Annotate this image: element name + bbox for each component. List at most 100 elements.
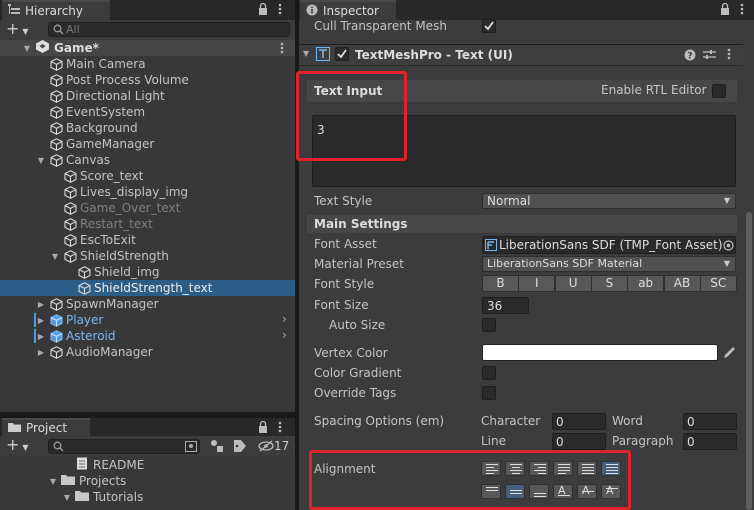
color-gradient-checkbox[interactable] [482, 366, 496, 380]
rtl-checkbox[interactable] [712, 84, 726, 98]
scene-menu-icon[interactable] [280, 42, 284, 57]
search-scope-icon[interactable] [185, 441, 197, 455]
hierarchy-item[interactable]: Background [36, 120, 138, 136]
lock-icon[interactable] [258, 2, 268, 18]
font-style-button[interactable]: B [482, 275, 519, 292]
project-item[interactable]: ▼ Projects [48, 473, 126, 489]
font-size-field[interactable]: 36 [482, 297, 529, 314]
prefab-open-chevron-icon[interactable]: › [282, 328, 287, 342]
material-preset-value: LiberationSans SDF Material [487, 257, 643, 270]
hierarchy-item[interactable]: ▶ Asteroid [36, 328, 116, 344]
scrollbar-thumb[interactable] [746, 212, 752, 510]
hierarchy-item[interactable]: ▼ ShieldStrength [50, 248, 169, 264]
auto-size-checkbox[interactable] [482, 318, 496, 332]
override-tags-checkbox[interactable] [482, 386, 496, 400]
vertex-color-swatch[interactable] [482, 344, 718, 361]
expand-arrow-icon[interactable]: ▼ [36, 156, 46, 165]
hierarchy-tab[interactable]: Hierarchy [2, 0, 110, 20]
object-picker-icon[interactable] [723, 240, 734, 254]
inspector-tab[interactable]: Inspector [300, 0, 396, 20]
hierarchy-item-label: ShieldStrength [80, 249, 169, 263]
project-create-button[interactable]: + ▼ [6, 437, 29, 456]
project-item[interactable]: README [76, 457, 144, 473]
expand-arrow-icon[interactable]: ▼ [50, 252, 60, 261]
hierarchy-item[interactable]: ▶ AudioManager [36, 344, 153, 360]
hierarchy-item-label: Background [66, 121, 138, 135]
collapse-arrow-icon[interactable]: ▶ [36, 332, 46, 341]
expand-arrow-icon[interactable]: ▼ [62, 493, 72, 502]
hierarchy-item[interactable]: Post Process Volume [36, 72, 189, 88]
hierarchy-item[interactable]: ShieldStrength_text [64, 280, 212, 296]
hierarchy-item[interactable]: EventSystem [36, 104, 145, 120]
more-menu-icon[interactable] [278, 3, 282, 18]
prefab-open-chevron-icon[interactable]: › [282, 312, 287, 326]
hierarchy-item[interactable]: Restart_text [50, 216, 153, 232]
collapse-arrow-icon[interactable]: ▶ [36, 300, 46, 309]
character-field[interactable]: 0 [552, 413, 606, 430]
paragraph-field[interactable]: 0 [683, 433, 737, 450]
foldout-arrow-icon[interactable]: ▼ [303, 49, 309, 58]
project-search-input[interactable] [48, 439, 200, 454]
font-style-button[interactable]: SC [699, 275, 737, 292]
project-item-label: Projects [79, 474, 127, 488]
document-icon [76, 457, 88, 473]
gameobject-icon [50, 73, 63, 87]
info-icon [306, 4, 318, 19]
font-size-label: Font Size [314, 298, 369, 312]
project-item-label: Tutorials [93, 490, 144, 504]
component-enabled-checkbox[interactable] [335, 47, 349, 61]
hierarchy-item[interactable]: ▶ Player [36, 312, 103, 328]
hierarchy-item[interactable]: Main Camera [36, 56, 146, 72]
presets-icon[interactable] [703, 48, 716, 64]
font-style-button[interactable]: AB [663, 275, 701, 292]
inspector-more-icon[interactable] [740, 3, 744, 18]
hierarchy-item-label: Player [66, 313, 104, 327]
line-field[interactable]: 0 [552, 433, 606, 450]
font-asset-field[interactable]: LiberationSans SDF (TMP_Font Asset) [482, 236, 736, 254]
cull-checkbox[interactable] [482, 19, 496, 33]
font-style-button[interactable]: U [554, 275, 592, 292]
hierarchy-search-input[interactable]: All [48, 22, 290, 37]
eyedropper-icon[interactable] [723, 346, 736, 362]
filter-label-icon[interactable] [233, 439, 247, 456]
component-menu-icon[interactable] [727, 48, 731, 63]
hierarchy-item[interactable]: Directional Light [36, 88, 165, 104]
hierarchy-item[interactable]: ▼ Canvas [36, 152, 110, 168]
expand-arrow-icon[interactable]: ▼ [22, 44, 32, 53]
svg-text:?: ? [687, 52, 692, 62]
hierarchy-item[interactable]: Shield_img [64, 264, 160, 280]
project-tab[interactable]: Project [2, 418, 90, 436]
hierarchy-item[interactable]: EscToExit [50, 232, 136, 248]
project-lock-icon[interactable] [258, 420, 268, 436]
word-field[interactable]: 0 [683, 413, 737, 430]
hierarchy-item[interactable]: ▶ SpawnManager [36, 296, 159, 312]
font-style-button[interactable]: S [590, 275, 628, 292]
gameobject-icon [64, 249, 77, 263]
gameobject-icon [78, 265, 91, 279]
rtl-label: Enable RTL Editor [601, 83, 707, 97]
material-preset-label: Material Preset [314, 257, 404, 271]
gameobject-icon [64, 233, 77, 247]
text-style-dropdown[interactable]: Normal ▼ [482, 193, 736, 209]
help-icon[interactable]: ? [684, 49, 696, 64]
project-more-icon[interactable] [278, 421, 282, 436]
expand-arrow-icon[interactable]: ▼ [48, 477, 58, 486]
highlight-text-input [296, 71, 407, 161]
filter-type-icon[interactable] [210, 439, 224, 456]
inspector-lock-icon[interactable] [720, 2, 730, 18]
font-style-button[interactable]: ab [627, 275, 665, 292]
hierarchy-item-label: Canvas [66, 153, 111, 167]
font-style-button[interactable]: I [518, 275, 556, 292]
word-label: Word [612, 414, 643, 428]
collapse-arrow-icon[interactable]: ▶ [36, 316, 46, 325]
material-preset-dropdown[interactable]: LiberationSans SDF Material ▼ [482, 256, 736, 272]
project-item[interactable]: ▼ Tutorials [62, 489, 143, 505]
hierarchy-item[interactable]: Lives_display_img [50, 184, 188, 200]
hierarchy-item[interactable]: Score_text [50, 168, 143, 184]
hierarchy-item[interactable]: GameManager [36, 136, 154, 152]
hierarchy-item[interactable]: Game_Over_text [50, 200, 180, 216]
collapse-arrow-icon[interactable]: ▶ [36, 348, 46, 357]
hidden-packages-icon[interactable] [258, 440, 274, 455]
scene-name: Game* [54, 41, 99, 55]
create-button[interactable]: + ▼ [6, 21, 29, 40]
